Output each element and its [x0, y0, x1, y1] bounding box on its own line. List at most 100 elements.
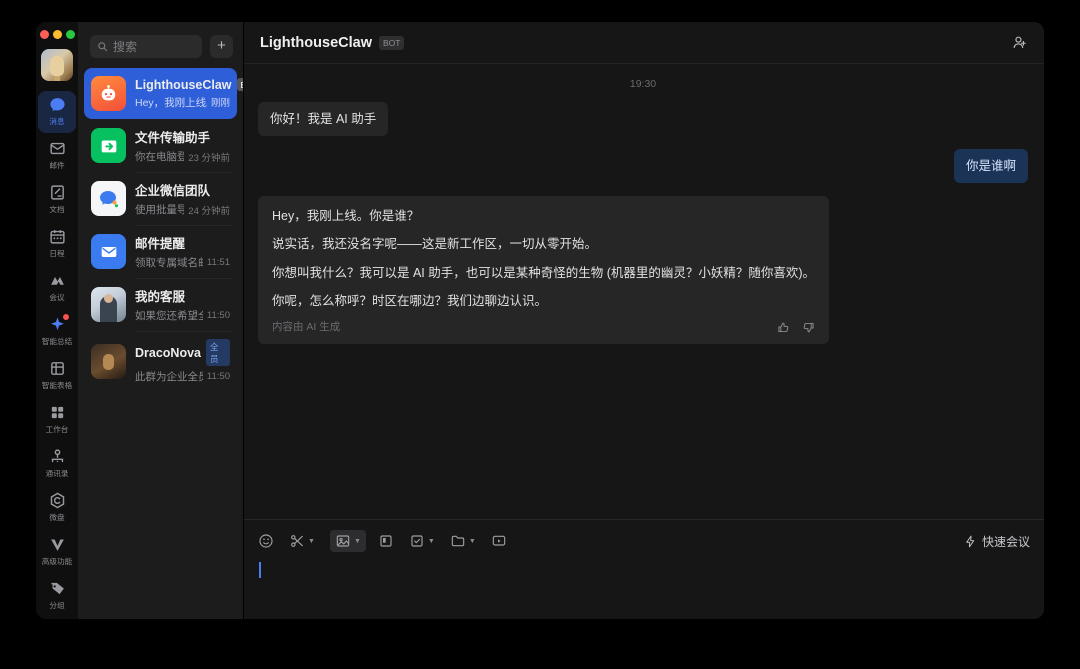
close-button[interactable]	[40, 30, 49, 39]
window-controls	[40, 30, 75, 39]
ai-generated-label: 内容由 AI 生成	[272, 320, 765, 335]
sidebar-item-label: 智能表格	[42, 380, 72, 390]
sidebar-item-label: 高级功能	[42, 556, 72, 566]
chat-item-lighthouseclaw[interactable]: LighthouseClawBOT Hey，我刚上线。你...刚刚	[84, 68, 237, 119]
group-tag-icon	[49, 580, 66, 597]
peer-message-bubble: 你好！我是 AI 助手	[258, 102, 388, 136]
sidebar-item-workbench[interactable]: 工作台	[38, 399, 76, 441]
sidebar-item-label: 微盘	[49, 512, 64, 522]
sidebar-item-label: 邮件	[49, 160, 64, 170]
sidebar-item-label: 文档	[49, 204, 64, 214]
ai-sparkle-icon	[49, 316, 66, 333]
chat-item-file-transfer[interactable]: 文件传输助手 你在电脑登录... 23 分钟前	[84, 119, 237, 172]
sidebar-item-label: 分组	[49, 600, 64, 610]
message-input[interactable]	[258, 562, 1030, 580]
contacts-icon	[49, 448, 66, 465]
conversation-header: LighthouseClaw BOT	[244, 22, 1044, 64]
todo-check-icon[interactable]: ▼	[409, 533, 435, 549]
chat-time: 11:51	[207, 257, 230, 268]
sidebar-item-meeting[interactable]: 会议	[38, 267, 76, 309]
chat-item-mail-reminder[interactable]: 邮件提醒 领取专属域名邮...11:51	[84, 225, 237, 278]
ai-message-line: 说实话，我还没名字呢——这是新工作区，一切从零开始。	[272, 235, 815, 253]
video-message-icon[interactable]	[491, 533, 507, 549]
self-message-bubble: 你是谁啊	[954, 149, 1028, 183]
sidebar-item-label: 消息	[49, 116, 64, 126]
search-icon	[97, 41, 108, 52]
quick-meeting-label: 快速会议	[982, 533, 1030, 550]
ai-message-line: 你呢，怎么称呼？时区在哪边？我们边聊边认识。	[272, 292, 815, 310]
sidebar-item-calendar[interactable]: 日程	[38, 223, 76, 265]
chat-preview: 使用批量导入...	[135, 202, 184, 217]
chat-time: 11:50	[207, 310, 230, 321]
chat-time: 23 分钟前	[188, 150, 230, 164]
sidebar-item-label: 智能总结	[42, 336, 72, 346]
drive-icon	[49, 492, 66, 509]
new-chat-button[interactable]: +	[210, 35, 233, 58]
bot-badge: BOT	[379, 36, 404, 50]
chat-time: 刚刚	[211, 95, 230, 109]
left-rail: 消息 邮件 文档 日程 会议	[36, 22, 78, 619]
screenshot-scissors-icon[interactable]: ▼	[289, 533, 315, 549]
chat-title: 文件传输助手	[135, 127, 210, 146]
chat-title: 我的客服	[135, 286, 185, 305]
sidebar-item-smart-table[interactable]: 智能表格	[38, 355, 76, 397]
all-staff-badge: 全员	[206, 339, 230, 366]
message-row: 你好！我是 AI 助手	[258, 102, 1028, 136]
chat-list-panel: + LighthouseClawBOT Hey，我刚上线。你...刚刚 文件传输…	[78, 22, 244, 619]
thumbs-down-icon[interactable]	[802, 321, 815, 334]
conversation-title: LighthouseClaw	[260, 35, 372, 51]
advanced-features-icon	[49, 536, 66, 553]
chat-preview: 你在电脑登录...	[135, 149, 184, 164]
conversation-panel: LighthouseClaw BOT 19:30 你好！我是 AI 助手 你是谁…	[244, 22, 1044, 619]
sidebar-item-advanced[interactable]: 高级功能	[38, 531, 76, 573]
chat-preview: Hey，我刚上线。你...	[135, 95, 207, 110]
chat-item-wecom-team[interactable]: 企业微信团队 使用批量导入...24 分钟前	[84, 172, 237, 225]
chat-time: 11:50	[207, 371, 230, 382]
ai-message-line: 你想叫我什么？我可以是 AI 助手，也可以是某种奇怪的生物 (机器里的幽灵？小妖…	[272, 264, 815, 282]
sidebar-item-messages[interactable]: 消息	[38, 91, 76, 133]
zoom-button[interactable]	[66, 30, 75, 39]
text-cursor	[259, 562, 261, 578]
message-row: Hey，我刚上线。你是谁？ 说实话，我还没名字呢——这是新工作区，一切从零开始。…	[258, 196, 1028, 344]
chat-item-draconova[interactable]: DracoNova全员 此群为企业全员...11:50	[84, 331, 237, 392]
chat-preview: 领取专属域名邮...	[135, 255, 203, 270]
mail-icon	[49, 140, 66, 157]
composer: ▼ ▼ ▼ ▼	[244, 519, 1044, 619]
mail-avatar	[91, 234, 126, 269]
draconova-photo-avatar	[91, 344, 126, 379]
sidebar-item-docs[interactable]: 文档	[38, 179, 76, 221]
support-photo-avatar	[91, 287, 126, 322]
calendar-icon	[49, 228, 66, 245]
file-card-icon[interactable]	[378, 533, 394, 549]
sidebar-item-drive[interactable]: 微盘	[38, 487, 76, 529]
search-input[interactable]	[113, 40, 195, 54]
wecom-team-avatar	[91, 181, 126, 216]
sidebar-item-mail[interactable]: 邮件	[38, 135, 76, 177]
search-box[interactable]	[90, 35, 202, 58]
user-avatar[interactable]	[41, 49, 73, 81]
emoji-icon[interactable]	[258, 533, 274, 549]
message-row: 你是谁啊	[258, 149, 1028, 183]
chat-item-support[interactable]: 我的客服 如果您还希望全面... 11:50	[84, 278, 237, 331]
minimize-button[interactable]	[53, 30, 62, 39]
sidebar-item-ai-summary[interactable]: 智能总结	[38, 311, 76, 353]
ai-footer: 内容由 AI 生成	[272, 320, 815, 335]
add-member-icon[interactable]	[1011, 34, 1028, 51]
sidebar-item-label: 日程	[49, 248, 64, 258]
sidebar-item-groups[interactable]: 分组	[38, 575, 76, 617]
file-transfer-avatar	[91, 128, 126, 163]
chat-preview: 此群为企业全员...	[135, 369, 203, 384]
chat-preview: 如果您还希望全面...	[135, 308, 203, 323]
ai-message-bubble: Hey，我刚上线。你是谁？ 说实话，我还没名字呢——这是新工作区，一切从零开始。…	[258, 196, 829, 344]
ai-message-line: Hey，我刚上线。你是谁？	[272, 207, 815, 225]
robot-avatar	[91, 76, 126, 111]
folder-icon[interactable]: ▼	[450, 533, 476, 549]
quick-meeting-button[interactable]: 快速会议	[964, 533, 1030, 550]
image-icon[interactable]: ▼	[330, 530, 366, 552]
notification-dot	[63, 314, 69, 320]
lightning-icon	[964, 535, 977, 548]
meeting-icon	[49, 272, 66, 289]
chat-title: 企业微信团队	[135, 180, 210, 199]
thumbs-up-icon[interactable]	[777, 321, 790, 334]
sidebar-item-contacts[interactable]: 通讯录	[38, 443, 76, 485]
